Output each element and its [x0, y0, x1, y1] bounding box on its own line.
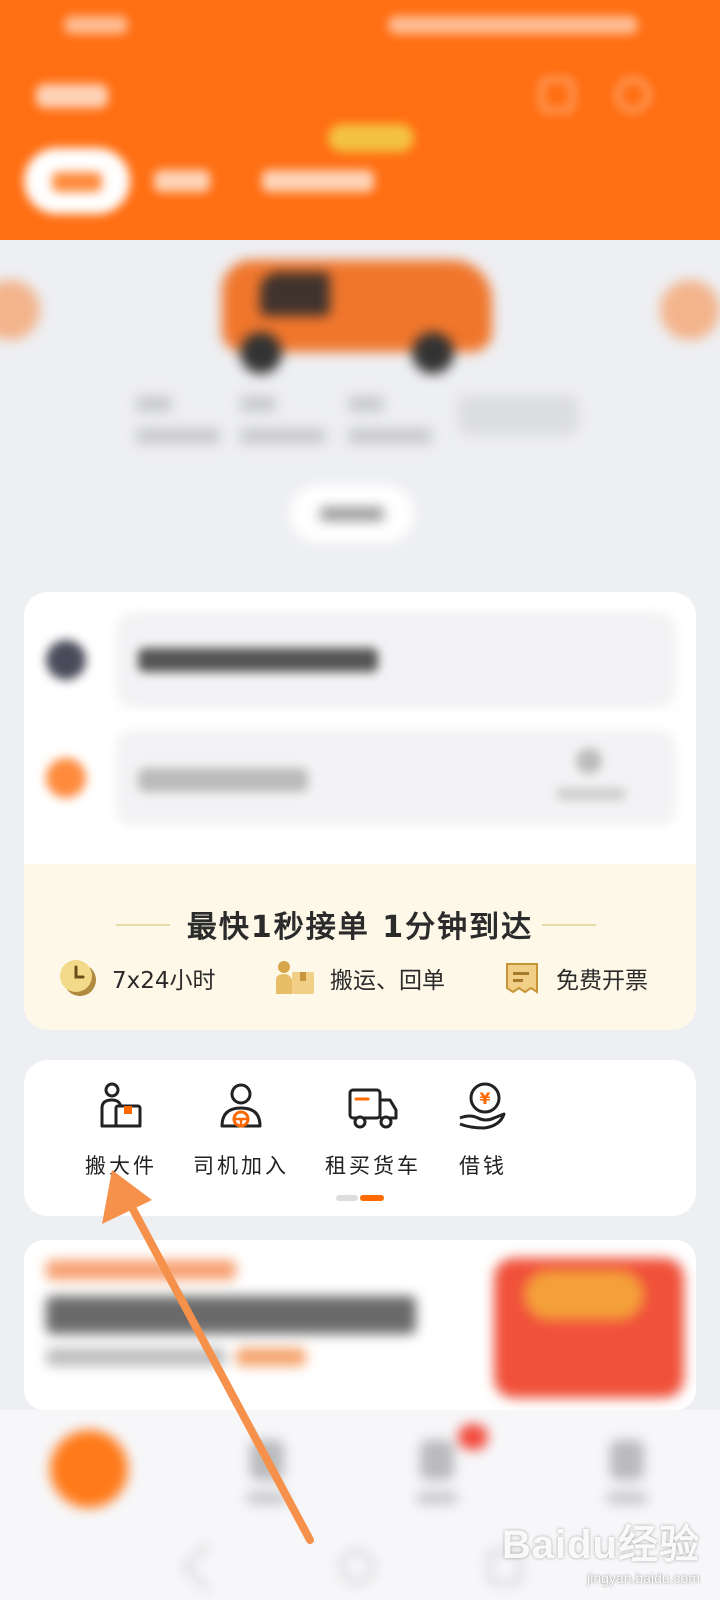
watermark-url: jingyan.baidu.com: [587, 1570, 700, 1586]
tab-third[interactable]: [262, 170, 374, 192]
service-shortcuts: 搬大件 司机加入 租买货车 ¥ 借钱: [24, 1060, 696, 1216]
pickup-dot-icon: [46, 640, 86, 680]
promo-banner: 最快1秒接单 1分钟到达 7x24小时 搬运、回单 免费开票: [24, 864, 696, 1030]
nav-messages-icon[interactable]: [420, 1440, 454, 1480]
feature-24h: 7x24小时: [58, 956, 216, 1000]
system-home-icon[interactable]: [340, 1550, 374, 1584]
porter-box-icon: [276, 961, 314, 994]
nav-orders-icon[interactable]: [250, 1440, 284, 1480]
nav-orders-label: [247, 1492, 287, 1504]
banner-subtitle: [46, 1348, 226, 1366]
invoice-icon: [506, 963, 538, 994]
spec-label: [240, 396, 276, 412]
status-time: [64, 16, 128, 34]
spec-value: [348, 428, 432, 444]
gift-fruit: [524, 1270, 644, 1320]
tab-second[interactable]: [154, 170, 210, 192]
watermark-logo: Baidu经验: [501, 1523, 700, 1567]
address-blurred-content: [24, 592, 696, 882]
loan-coin-icon: ¥: [459, 1082, 506, 1130]
banner-tag: [46, 1260, 236, 1280]
nav-badge: [458, 1424, 488, 1450]
vehicle-more-button[interactable]: [290, 485, 414, 543]
feature-label: 7x24小时: [112, 968, 216, 994]
spec-label: [136, 396, 172, 412]
spec-label: [348, 396, 384, 412]
promo-headline: 最快1秒接单 1分钟到达: [186, 910, 534, 945]
van-wheel-rear: [412, 332, 454, 374]
service-loan[interactable]: ¥ 借钱: [416, 1080, 546, 1190]
moving-box-icon: [100, 1082, 142, 1128]
service-page-indicator: [336, 1195, 384, 1201]
service-label: 搬大件: [85, 1154, 157, 1178]
system-back-icon[interactable]: [182, 1542, 232, 1592]
vehicle-blurred-content: [0, 240, 720, 570]
service-label: 司机加入: [193, 1154, 289, 1178]
page-dot-1: [336, 1195, 358, 1201]
dropoff-dot-icon: [46, 758, 86, 798]
van-wheel-front: [240, 332, 282, 374]
next-vehicle[interactable]: [660, 280, 720, 340]
nav-profile-label: [607, 1492, 647, 1504]
address-card: 最快1秒接单 1分钟到达 7x24小时 搬运、回单 免费开票: [24, 592, 696, 1030]
svg-text:¥: ¥: [479, 1089, 490, 1108]
prev-vehicle[interactable]: [0, 280, 40, 340]
feature-label: 免费开票: [556, 968, 648, 994]
pickup-address-input[interactable]: [116, 612, 676, 708]
tab-badge: [328, 124, 414, 152]
dropoff-address-input[interactable]: [116, 730, 676, 826]
nav-profile-icon[interactable]: [610, 1440, 644, 1480]
clock-icon: [60, 960, 96, 996]
promo-ad-banner[interactable]: [24, 1240, 696, 1410]
driver-icon: [220, 1083, 262, 1128]
message-icon[interactable]: [616, 78, 650, 112]
van-window: [260, 272, 330, 316]
tab-active[interactable]: [24, 148, 130, 214]
city-selector[interactable]: [36, 84, 108, 108]
nav-messages-label: [417, 1492, 457, 1504]
status-icons: [388, 16, 638, 34]
baidu-watermark: Baidu经验 jingyan.baidu.com: [502, 1512, 700, 1586]
spec-value: [136, 428, 220, 444]
truck-icon: [348, 1088, 398, 1129]
vehicle-detail-button[interactable]: [458, 395, 578, 435]
page-dot-2-active: [360, 1195, 384, 1201]
app-header: [0, 0, 720, 240]
service-label: 借钱: [459, 1154, 507, 1178]
spec-value: [240, 428, 326, 444]
banner-link: [236, 1348, 306, 1366]
nav-home-button[interactable]: [50, 1430, 128, 1508]
service-moving-large[interactable]: 搬大件: [54, 1080, 184, 1190]
banner-title: [46, 1296, 416, 1334]
banner-blurred-content: [24, 1240, 696, 1410]
vehicle-selector[interactable]: [0, 240, 720, 570]
scan-icon[interactable]: [540, 78, 574, 112]
feature-label: 搬运、回单: [330, 968, 445, 994]
service-driver-join[interactable]: 司机加入: [174, 1080, 304, 1190]
header-blurred-content: [0, 0, 720, 240]
feature-moving: 搬运、回单: [272, 956, 445, 1000]
feature-invoice: 免费开票: [502, 956, 648, 1000]
